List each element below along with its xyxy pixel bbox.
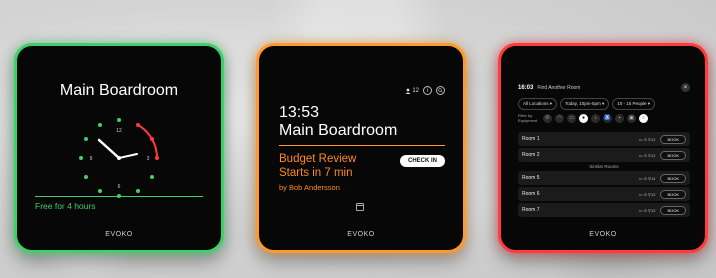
projector-icon[interactable]: ▪ (615, 113, 624, 123)
close-icon[interactable]: × (681, 83, 690, 92)
room-list-name: Room 5 (522, 175, 540, 181)
room-list: Room 1 ▭ ⊙ ⚲12 BOOK Room 2 ▭ ⊙ ⚲12 BOOK … (518, 132, 690, 219)
clock-number-12: 12 (116, 128, 122, 134)
accessibility-icon[interactable]: ♿ (603, 113, 612, 123)
mic-icon[interactable]: ♪ (591, 113, 600, 123)
room-panel-free: Main Boardroom 12 3 6 9 Free for 4 hours… (14, 43, 224, 253)
equipment-filter: Filter by Equipment ✆ ◠ ▭ ● ♪ ♿ ▪ ▣ ○ (518, 113, 690, 123)
brand-logo: EVOKO (105, 231, 133, 238)
book-button[interactable]: BOOK (660, 173, 686, 183)
display-icon[interactable]: ▣ (627, 113, 636, 123)
info-icon[interactable]: i (423, 86, 432, 95)
brand-logo: EVOKO (589, 231, 617, 238)
room-list-name: Room 2 (522, 152, 540, 158)
meeting-info: Budget Review Starts in 7 min (279, 152, 356, 180)
person-icon (405, 88, 411, 94)
book-button[interactable]: BOOK (660, 205, 686, 215)
room-name: Main Boardroom (279, 122, 398, 139)
capacity-indicator[interactable]: 12 (405, 88, 419, 94)
room-icons: 12 i (405, 86, 445, 95)
people-dropdown[interactable]: 10 - 15 People ▾ (612, 98, 656, 110)
clock-number-6: 6 (118, 184, 121, 190)
brand-logo: EVOKO (347, 231, 375, 238)
book-button[interactable]: BOOK (660, 134, 686, 144)
availability-status: Free for 4 hours (35, 201, 96, 211)
search-icon[interactable] (436, 86, 445, 95)
equipment-label: Filter by Equipment (518, 113, 538, 123)
book-button[interactable]: BOOK (660, 189, 686, 199)
camera-icon[interactable]: ● (579, 113, 588, 123)
capacity-count: 12 (412, 87, 419, 94)
location-dropdown[interactable]: All Locations ▾ (518, 98, 558, 110)
status-divider (279, 145, 445, 146)
similar-rooms-heading: Similar Rooms (589, 164, 619, 169)
list-item: Room 6 ▭ ⊙ ⚲12 BOOK (518, 187, 690, 201)
phone-icon[interactable]: ✆ (543, 113, 552, 123)
find-room-header: 16:03 Find Another Room × (518, 83, 690, 92)
clock-icon: 12 3 6 9 (79, 118, 159, 198)
status-divider (35, 196, 203, 197)
room-panel-upcoming: 12 i 13:53 Main Boardroom Budget Review … (256, 43, 466, 253)
room-list-name: Room 6 (522, 191, 540, 197)
wifi-icon[interactable]: ◠ (555, 113, 564, 123)
room-list-capacity: ▭ ⊙ ⚲12 (638, 191, 656, 197)
clock-number-9: 9 (90, 156, 93, 162)
list-item: Room 1 ▭ ⊙ ⚲12 BOOK (518, 132, 690, 146)
time-dropdown[interactable]: Today, 10pm-5pm ▾ (560, 98, 610, 110)
clock-number-3: 3 (147, 156, 150, 162)
book-button[interactable]: BOOK (660, 150, 686, 160)
room-list-capacity: ▭ ⊙ ⚲14 (638, 175, 656, 181)
filter-bar: All Locations ▾ Today, 10pm-5pm ▾ 10 - 1… (518, 98, 690, 110)
list-item: Room 7 ▭ ⊙ ⚲12 BOOK (518, 203, 690, 217)
room-name: Main Boardroom (59, 82, 179, 99)
room-list-capacity: ▭ ⊙ ⚲12 (638, 207, 656, 213)
list-item: Room 2 ▭ ⊙ ⚲12 BOOK (518, 148, 690, 162)
meeting-start-countdown: Starts in 7 min (279, 167, 353, 179)
check-in-button[interactable]: CHECK IN (399, 155, 445, 167)
calendar-icon[interactable] (356, 203, 364, 211)
meeting-title: Budget Review (279, 153, 357, 165)
list-item: Room 5 ▭ ⊙ ⚲14 BOOK (518, 171, 690, 185)
room-list-capacity: ▭ ⊙ ⚲12 (638, 152, 656, 158)
whiteboard-icon[interactable]: ○ (639, 113, 648, 123)
room-panel-find-room: 16:03 Find Another Room × All Locations … (498, 43, 708, 253)
meeting-organizer: by Bob Andersson (279, 183, 340, 192)
room-list-name: Room 1 (522, 136, 540, 142)
screen-icon[interactable]: ▭ (567, 113, 576, 123)
current-time: 13:53 (279, 104, 320, 121)
current-time: 16:03 (518, 84, 534, 91)
find-room-title: Find Another Room (537, 84, 581, 91)
room-list-name: Room 7 (522, 207, 540, 213)
room-list-capacity: ▭ ⊙ ⚲12 (638, 136, 656, 142)
